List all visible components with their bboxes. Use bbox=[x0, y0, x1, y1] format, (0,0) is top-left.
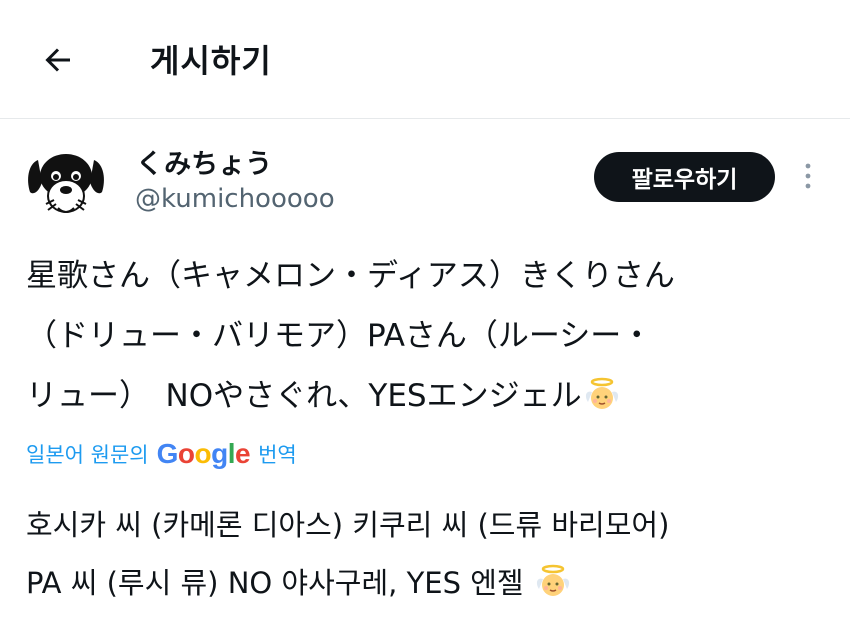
top-bar: 게시하기 bbox=[0, 0, 850, 119]
post-line: リュー） NOやさぐれ、YESエンジェル bbox=[26, 366, 836, 432]
author-name[interactable]: くみちょう bbox=[136, 142, 272, 181]
google-logo-letter: G bbox=[156, 438, 179, 469]
baby-angel-emoji-icon bbox=[584, 372, 620, 432]
translated-line: 호시카 씨 (카메론 디아스) 키쿠리 씨 (드류 바리모어) bbox=[26, 508, 670, 542]
post-line: 星歌さん（キャメロン・ディアス）きくりさん bbox=[26, 258, 675, 294]
translated-line: PA 씨 (루시 류) NO 야사구레, YES 엔젤 bbox=[26, 554, 846, 618]
post-text: 星歌さん（キャメロン・ディアス）きくりさん （ドリュー・バリモア）PAさん（ルー… bbox=[26, 246, 836, 432]
translated-line-text: PA 씨 (루시 류) NO 야사구레, YES 엔젤 bbox=[26, 566, 524, 600]
translation-prefix: 일본어 원문의 bbox=[26, 443, 149, 467]
more-options-button[interactable] bbox=[796, 158, 820, 194]
page-title: 게시하기 bbox=[150, 42, 272, 80]
google-logo: Google bbox=[156, 438, 251, 470]
post-line: （ドリュー・バリモア）PAさん（ルーシー・ bbox=[26, 318, 653, 354]
google-logo-letter: l bbox=[227, 438, 236, 469]
google-logo-letter: g bbox=[211, 438, 228, 469]
vertical-dots-icon bbox=[805, 163, 811, 189]
follow-button[interactable]: 팔로우하기 bbox=[594, 152, 775, 202]
google-logo-letter: o bbox=[194, 438, 212, 469]
google-logo-letter: o bbox=[177, 438, 195, 469]
post-line-text: リュー） NOやさぐれ、YESエンジェル bbox=[26, 378, 582, 414]
back-button[interactable] bbox=[38, 40, 78, 80]
arrow-left-icon bbox=[45, 48, 70, 72]
translation-suffix: 번역 bbox=[258, 443, 297, 467]
author-handle[interactable]: @kumichooooo bbox=[135, 184, 335, 214]
google-logo-letter: e bbox=[235, 438, 251, 469]
translated-text: 호시카 씨 (카메론 디아스) 키쿠리 씨 (드류 바리모어) PA 씨 (루시… bbox=[26, 496, 846, 618]
dog-avatar-icon bbox=[28, 154, 104, 213]
avatar[interactable] bbox=[24, 146, 108, 222]
baby-angel-emoji-icon bbox=[535, 560, 571, 618]
translation-attribution[interactable]: 일본어 원문의 Google 번역 bbox=[26, 438, 297, 470]
